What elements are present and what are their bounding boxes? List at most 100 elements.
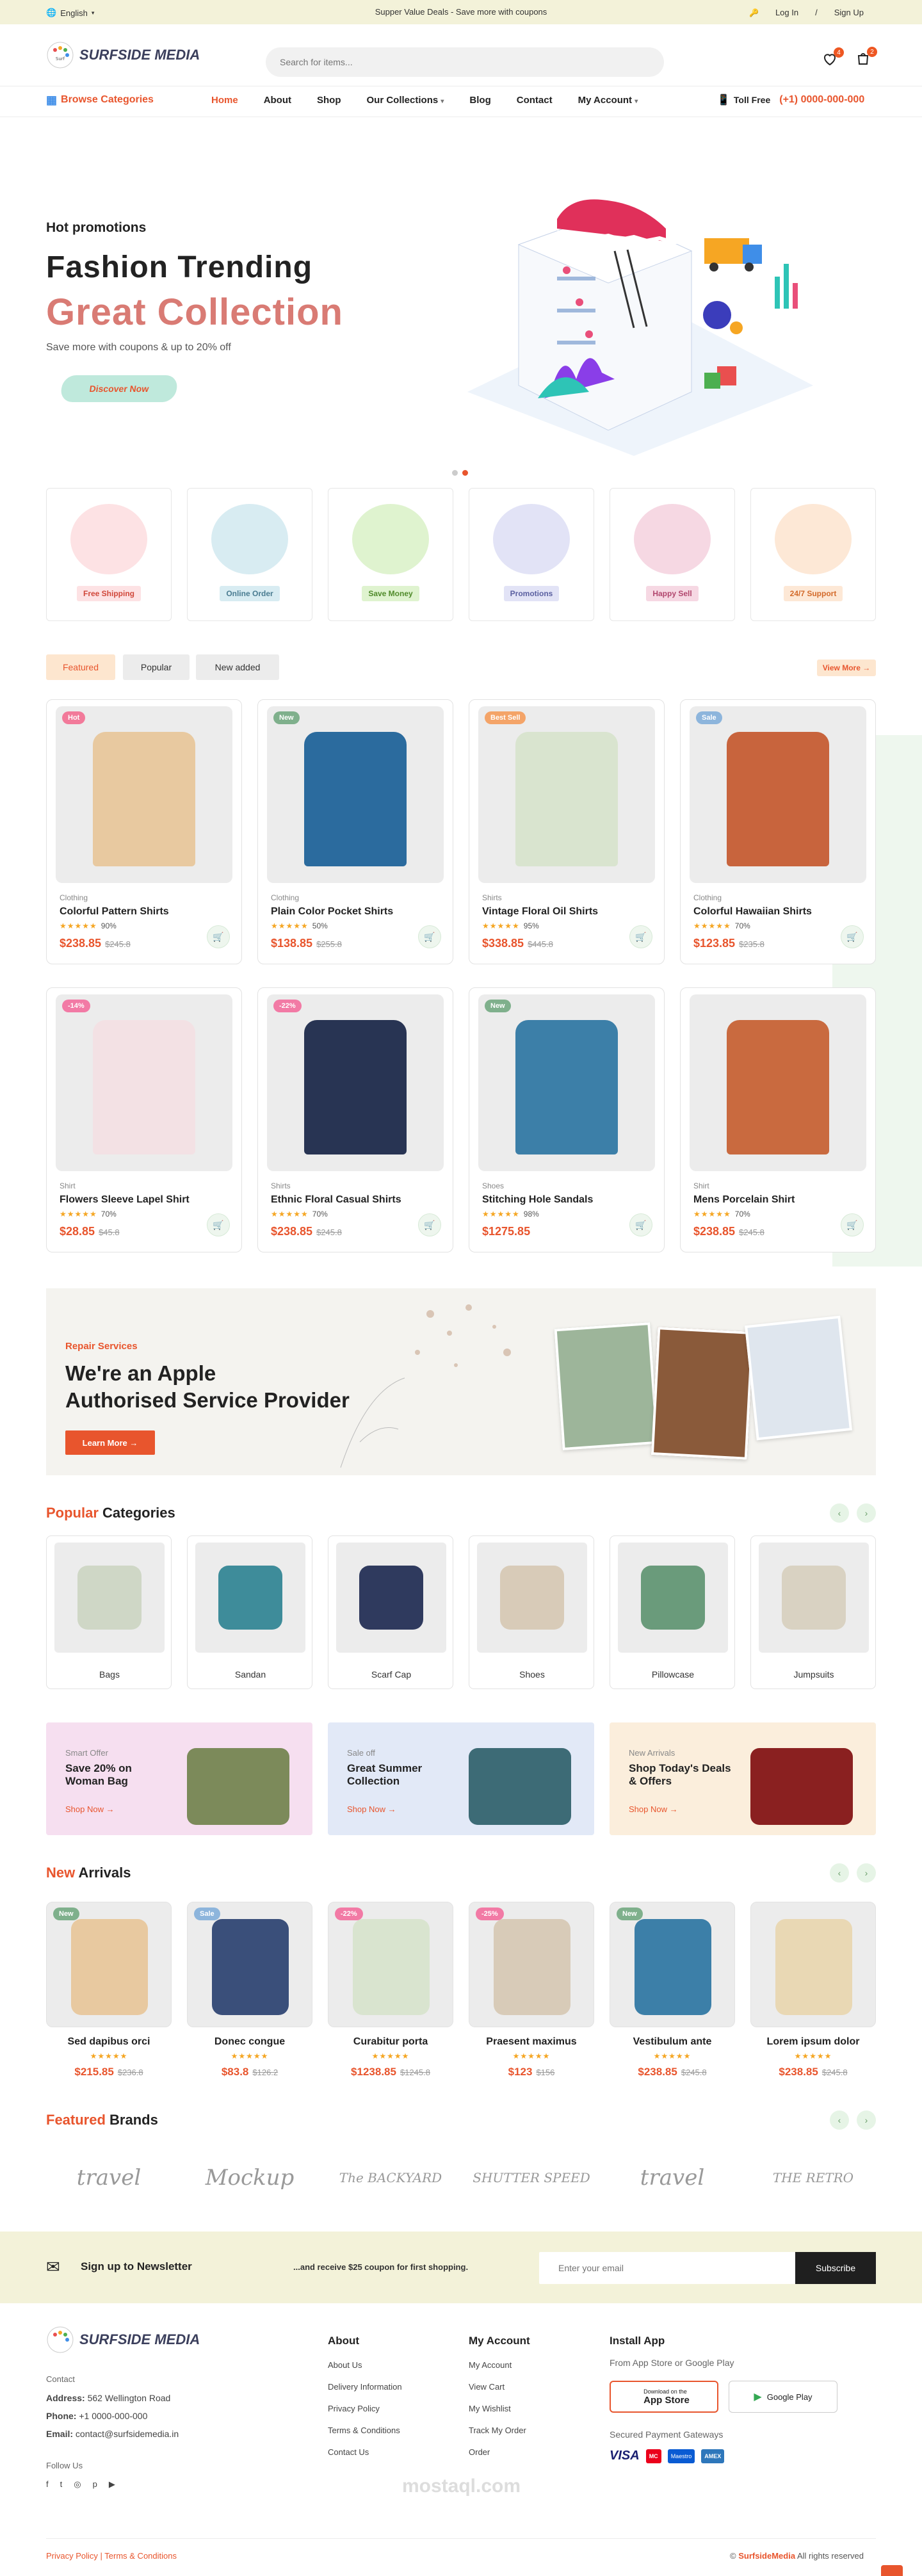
arrival-name[interactable]: Sed dapibus orci: [46, 2036, 172, 2048]
search-input[interactable]: [280, 57, 650, 67]
email-input[interactable]: [558, 2263, 776, 2273]
email-value[interactable]: contact@surfsidemedia.in: [76, 2429, 179, 2439]
arrivals-prev-button[interactable]: ‹: [830, 1863, 849, 1883]
slider-dot-2[interactable]: [462, 470, 468, 476]
category-card[interactable]: Bags: [46, 1535, 172, 1689]
product-name[interactable]: Mens Porcelain Shirt: [693, 1194, 795, 1206]
category-card[interactable]: Scarf Cap: [328, 1535, 453, 1689]
arrival-image[interactable]: Sale: [187, 1902, 312, 2027]
category-card[interactable]: Pillowcase: [610, 1535, 735, 1689]
learn-more-button[interactable]: Learn More →: [65, 1430, 155, 1455]
view-more-link[interactable]: View More →: [817, 660, 876, 676]
nav-our-collections[interactable]: Our Collections ▾: [367, 95, 444, 106]
twitter-icon[interactable]: t: [60, 2479, 63, 2490]
feature-card[interactable]: Promotions: [469, 488, 594, 621]
tab-new-added[interactable]: New added: [196, 654, 279, 680]
footer-about-link[interactable]: Delivery Information: [328, 2382, 402, 2392]
brands-next-button[interactable]: ›: [857, 2110, 876, 2130]
product-card[interactable]: Sale Clothing Colorful Hawaiian Shirts ★★★★…: [680, 699, 876, 964]
footer-account-link[interactable]: Order: [469, 2447, 530, 2457]
footer-legal-links[interactable]: Privacy Policy | Terms & Conditions: [46, 2551, 177, 2561]
add-to-cart-button[interactable]: 🛒: [841, 925, 864, 948]
arrival-card[interactable]: -25% Praesent maximus ★★★★★ $123 $156: [469, 1902, 594, 2095]
instagram-icon[interactable]: ◎: [74, 2479, 81, 2490]
popular-next-button[interactable]: ›: [857, 1503, 876, 1523]
product-card[interactable]: New Shoes Stitching Hole Sandals ★★★★★ 98% $1…: [469, 987, 665, 1252]
footer-about-link[interactable]: Contact Us: [328, 2447, 402, 2457]
footer-account-link[interactable]: My Account: [469, 2360, 530, 2370]
brand-logo[interactable]: SHUTTER SPEED: [469, 2146, 594, 2209]
promo-banner[interactable]: Smart Offer Save 20% on Woman Bag Shop Now…: [46, 1722, 312, 1835]
scroll-top-button[interactable]: [881, 2565, 903, 2576]
footer-about-link[interactable]: Terms & Conditions: [328, 2426, 402, 2435]
product-card[interactable]: Best Sell Shirts Vintage Floral Oil Shirts…: [469, 699, 665, 964]
product-name[interactable]: Plain Color Pocket Shirts: [271, 906, 393, 918]
brand-logo[interactable]: THE RETRO: [750, 2146, 876, 2209]
category-card[interactable]: Jumpsuits: [750, 1535, 876, 1689]
add-to-cart-button[interactable]: 🛒: [207, 925, 230, 948]
add-to-cart-button[interactable]: 🛒: [841, 1213, 864, 1236]
arrival-image[interactable]: -25%: [469, 1902, 594, 2027]
google-play-button[interactable]: ▶ Google Play: [729, 2381, 837, 2413]
feature-card[interactable]: Happy Sell: [610, 488, 735, 621]
youtube-icon[interactable]: ▶: [109, 2479, 115, 2490]
product-image[interactable]: New: [267, 706, 444, 883]
nav-my-account[interactable]: My Account ▾: [578, 95, 638, 106]
footer-account-link[interactable]: View Cart: [469, 2382, 530, 2392]
login-link[interactable]: Log In: [775, 8, 798, 17]
nav-about[interactable]: About: [264, 95, 291, 106]
arrival-name[interactable]: Curabitur porta: [328, 2036, 453, 2048]
nav-home[interactable]: Home: [211, 95, 238, 106]
arrival-card[interactable]: Sale Donec congue ★★★★★ $83.8 $126.2: [187, 1902, 312, 2095]
arrival-name[interactable]: Donec congue: [187, 2036, 312, 2048]
footer-account-link[interactable]: Track My Order: [469, 2426, 530, 2435]
arrival-card[interactable]: New Sed dapibus orci ★★★★★ $215.85 $236.8: [46, 1902, 172, 2095]
wishlist-button[interactable]: 4: [822, 47, 844, 68]
search-bar[interactable]: [266, 47, 664, 77]
browse-categories[interactable]: ▦ Browse Categories: [46, 87, 154, 113]
feature-card[interactable]: 24/7 Support: [750, 488, 876, 621]
category-card[interactable]: Sandan: [187, 1535, 312, 1689]
arrival-image[interactable]: New: [46, 1902, 172, 2027]
nav-blog[interactable]: Blog: [469, 95, 490, 106]
promo-banner[interactable]: New Arrivals Shop Today's Deals & Offers S…: [610, 1722, 876, 1835]
arrival-image[interactable]: -22%: [328, 1902, 453, 2027]
product-image[interactable]: [690, 994, 866, 1171]
nav-contact[interactable]: Contact: [517, 95, 553, 106]
arrival-name[interactable]: Lorem ipsum dolor: [750, 2036, 876, 2048]
category-card[interactable]: Shoes: [469, 1535, 594, 1689]
tab-popular[interactable]: Popular: [123, 654, 190, 680]
footer-about-link[interactable]: Privacy Policy: [328, 2404, 402, 2413]
promo-link[interactable]: Shop Now →: [65, 1804, 115, 1814]
promo-banner[interactable]: Sale off Great Summer Collection Shop Now …: [328, 1722, 594, 1835]
tab-featured[interactable]: Featured: [46, 654, 115, 680]
pinterest-icon[interactable]: p: [93, 2479, 97, 2490]
arrival-image[interactable]: [750, 1902, 876, 2027]
add-to-cart-button[interactable]: 🛒: [418, 925, 441, 948]
add-to-cart-button[interactable]: 🛒: [629, 925, 652, 948]
slider-dot-1[interactable]: [452, 470, 458, 476]
arrivals-next-button[interactable]: ›: [857, 1863, 876, 1883]
newsletter-field[interactable]: [539, 2252, 795, 2284]
footer-logo[interactable]: SURFSIDE MEDIA: [46, 2326, 200, 2354]
nav-shop[interactable]: Shop: [317, 95, 341, 106]
product-name[interactable]: Colorful Pattern Shirts: [60, 906, 169, 918]
feature-card[interactable]: Free Shipping: [46, 488, 172, 621]
product-card[interactable]: New Clothing Plain Color Pocket Shirts ★★★★…: [257, 699, 453, 964]
product-card[interactable]: -14% Shirt Flowers Sleeve Lapel Shirt ★★★★★…: [46, 987, 242, 1252]
arrival-name[interactable]: Vestibulum ante: [610, 2036, 735, 2048]
brand-logo[interactable]: Mockup: [187, 2146, 312, 2209]
brand-logo[interactable]: The BACKYARD: [328, 2146, 453, 2209]
brands-prev-button[interactable]: ‹: [830, 2110, 849, 2130]
signup-link[interactable]: Sign Up: [834, 8, 864, 17]
arrival-name[interactable]: Praesent maximus: [469, 2036, 594, 2048]
product-image[interactable]: -22%: [267, 994, 444, 1171]
product-name[interactable]: Stitching Hole Sandals: [482, 1194, 593, 1206]
add-to-cart-button[interactable]: 🛒: [418, 1213, 441, 1236]
product-name[interactable]: Flowers Sleeve Lapel Shirt: [60, 1194, 190, 1206]
subscribe-button[interactable]: Subscribe: [795, 2252, 876, 2284]
product-card[interactable]: Shirt Mens Porcelain Shirt ★★★★★ 70% $238.85…: [680, 987, 876, 1252]
arrival-card[interactable]: Lorem ipsum dolor ★★★★★ $238.85 $245.8: [750, 1902, 876, 2095]
product-name[interactable]: Vintage Floral Oil Shirts: [482, 906, 598, 918]
arrival-image[interactable]: New: [610, 1902, 735, 2027]
